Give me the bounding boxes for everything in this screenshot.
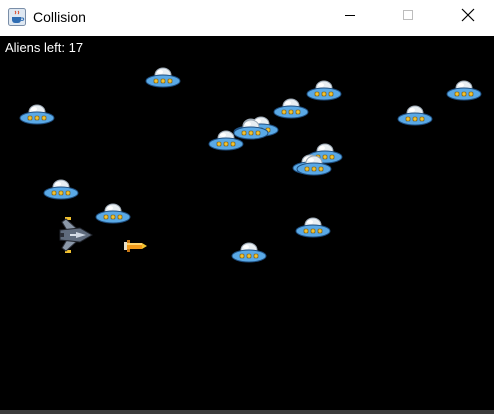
alien-ufo bbox=[306, 79, 342, 108]
ufo-icon bbox=[145, 67, 181, 94]
alien-ufo bbox=[145, 66, 181, 95]
title-bar[interactable]: Collision bbox=[0, 0, 494, 36]
game-canvas[interactable]: Aliens left: 17 bbox=[0, 36, 494, 410]
spaceship-icon bbox=[56, 217, 96, 258]
game-window: Collision Aliens left: 17 bbox=[0, 0, 494, 414]
alien-ufo bbox=[296, 154, 332, 183]
close-icon bbox=[461, 8, 475, 27]
ufo-icon bbox=[233, 119, 269, 146]
alien-ufo bbox=[446, 79, 482, 108]
alien-ufo bbox=[397, 104, 433, 133]
player-spaceship bbox=[56, 216, 96, 259]
alien-ufo bbox=[43, 178, 79, 207]
alien-ufo bbox=[231, 241, 267, 270]
close-button[interactable] bbox=[445, 0, 491, 34]
ufo-icon bbox=[306, 80, 342, 107]
ufo-icon bbox=[19, 104, 55, 131]
maximize-button[interactable] bbox=[385, 0, 431, 34]
aliens-left-counter: Aliens left: 17 bbox=[5, 40, 84, 55]
ufo-icon bbox=[231, 242, 267, 269]
ufo-icon bbox=[43, 179, 79, 206]
minimize-icon bbox=[344, 8, 356, 26]
alien-ufo bbox=[19, 103, 55, 132]
java-cup-icon bbox=[8, 8, 26, 26]
ufo-icon bbox=[295, 217, 331, 244]
alien-ufo bbox=[95, 202, 131, 231]
alien-ufo bbox=[233, 118, 269, 147]
ufo-icon bbox=[296, 155, 332, 182]
minimize-button[interactable] bbox=[327, 0, 373, 34]
window-bottom-border bbox=[0, 410, 494, 414]
missile-icon bbox=[124, 240, 148, 257]
window-title: Collision bbox=[33, 9, 86, 25]
ufo-icon bbox=[397, 105, 433, 132]
alien-ufo bbox=[295, 216, 331, 245]
ufo-icon bbox=[95, 203, 131, 230]
maximize-icon bbox=[402, 8, 414, 26]
player-missile bbox=[124, 239, 148, 258]
ufo-icon bbox=[446, 80, 482, 107]
